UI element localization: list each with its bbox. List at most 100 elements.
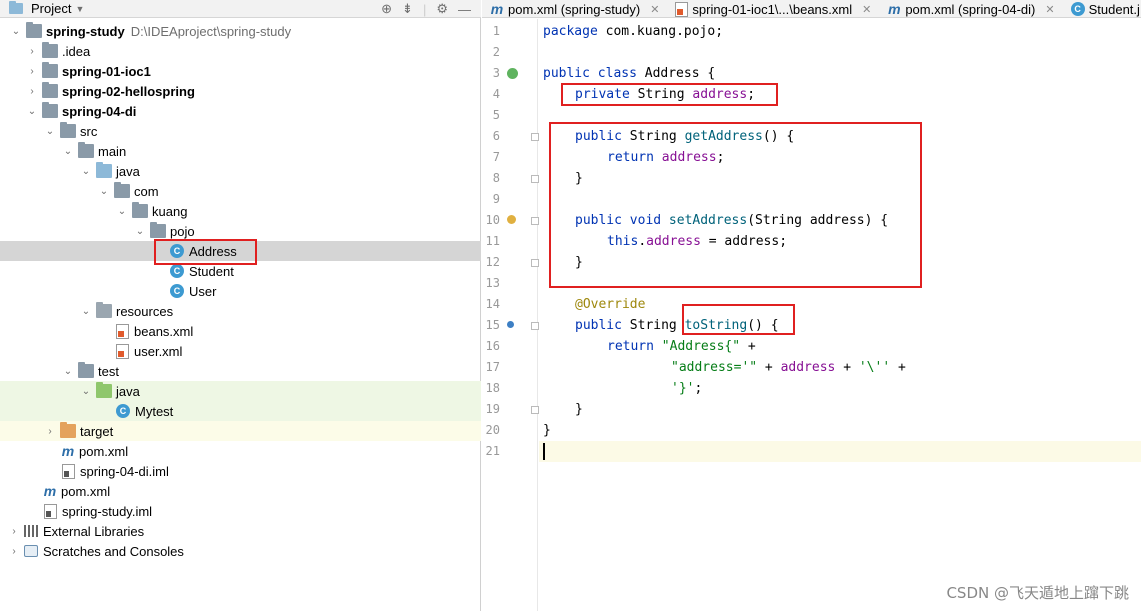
tree-node-pojo[interactable]: ⌄ pojo — [0, 221, 481, 241]
spring-bean-icon[interactable] — [507, 68, 518, 79]
line-number: 12 — [485, 255, 500, 269]
tree-node-main[interactable]: ⌄ main — [0, 141, 481, 161]
fold-icon[interactable] — [531, 406, 539, 414]
gear-icon[interactable]: ⚙ — [436, 1, 448, 17]
package-icon — [132, 202, 148, 218]
override-icon[interactable] — [507, 321, 514, 328]
module-folder-icon — [42, 62, 58, 78]
expand-arrow-icon[interactable]: ⌄ — [134, 225, 146, 237]
tree-label: spring-01-ioc1 — [62, 63, 151, 79]
maven-icon: m — [888, 1, 901, 17]
tree-node-resources[interactable]: ⌄ resources — [0, 301, 481, 321]
collapsed-arrow-icon[interactable]: › — [44, 425, 56, 437]
module-folder-icon — [26, 22, 42, 38]
tree-node-user[interactable]: C User — [0, 281, 481, 301]
line-number: 3 — [492, 66, 500, 80]
tree-node-external-libraries[interactable]: › External Libraries — [0, 521, 481, 541]
expand-arrow-icon[interactable]: ⌄ — [62, 365, 74, 377]
locate-icon[interactable]: ⊕ — [381, 1, 392, 17]
folder-icon — [78, 362, 94, 378]
tree-node-user-xml[interactable]: user.xml — [0, 341, 481, 361]
tree-node-pom-xml-module[interactable]: m pom.xml — [0, 441, 481, 461]
collapsed-arrow-icon[interactable]: › — [8, 525, 20, 537]
spring-xml-icon — [116, 323, 129, 339]
line-number: 15 — [485, 318, 500, 332]
tree-node-kuang[interactable]: ⌄ kuang — [0, 201, 481, 221]
tree-node-idea[interactable]: › .idea — [0, 41, 481, 61]
fold-icon[interactable] — [531, 217, 539, 225]
tree-node-scratches[interactable]: › Scratches and Consoles — [0, 541, 481, 561]
fold-icon[interactable] — [531, 133, 539, 141]
tab-label: spring-01-ioc1\...\beans.xml — [692, 1, 853, 17]
setter-bean-icon[interactable] — [507, 215, 516, 224]
tree-label: Student — [189, 263, 234, 279]
hide-icon[interactable]: — — [458, 2, 471, 17]
resources-folder-icon — [96, 302, 112, 318]
collapsed-arrow-icon[interactable]: › — [26, 85, 38, 97]
close-icon[interactable]: ✕ — [1045, 3, 1054, 16]
collapsed-arrow-icon[interactable]: › — [8, 545, 20, 557]
library-icon — [24, 525, 38, 537]
tree-node-mytest[interactable]: C Mytest — [0, 401, 481, 421]
tree-node-spring-study[interactable]: ⌄ spring-study D:\IDEAproject\spring-stu… — [0, 21, 481, 41]
line-number: 8 — [492, 171, 500, 185]
folder-icon — [60, 122, 76, 138]
highlight-box-accessors — [549, 122, 922, 288]
source-folder-icon — [96, 162, 112, 178]
tree-node-spring-04-di-iml[interactable]: spring-04-di.iml — [0, 461, 481, 481]
highlight-box-field — [561, 83, 778, 106]
line-number: 6 — [492, 129, 500, 143]
tab-student[interactable]: C Student.j — [1063, 0, 1141, 17]
code-editor[interactable]: package com.kuang.pojo; public class Add… — [539, 19, 1141, 611]
close-icon[interactable]: ✕ — [650, 3, 659, 16]
tree-node-java[interactable]: ⌄ java — [0, 161, 481, 181]
expand-arrow-icon[interactable]: ⌄ — [26, 105, 38, 117]
project-panel: Project ▼ ⊕ ⇟ | ⚙ — ⌄ spring-study D:\ID… — [0, 0, 481, 611]
code-line-19: } — [575, 402, 583, 417]
project-view-selector[interactable]: Project ▼ — [0, 1, 84, 16]
project-toolbar: ⊕ ⇟ | ⚙ — — [381, 0, 481, 18]
tree-node-spring-01-ioc1[interactable]: › spring-01-ioc1 — [0, 61, 481, 81]
module-folder-icon — [42, 82, 58, 98]
line-number: 21 — [485, 444, 500, 458]
tree-node-spring-02-hellospring[interactable]: › spring-02-hellospring — [0, 81, 481, 101]
expand-arrow-icon[interactable]: ⌄ — [10, 25, 22, 37]
fold-icon[interactable] — [531, 175, 539, 183]
ide-window: Project ▼ ⊕ ⇟ | ⚙ — ⌄ spring-study D:\ID… — [0, 0, 1141, 611]
folder-icon — [78, 142, 94, 158]
tab-pom-spring-04-di[interactable]: m pom.xml (spring-04-di) ✕ — [879, 0, 1062, 17]
expand-arrow-icon[interactable]: ⌄ — [80, 385, 92, 397]
close-icon[interactable]: ✕ — [862, 3, 871, 16]
collapsed-arrow-icon[interactable]: › — [26, 45, 38, 57]
tree-node-spring-04-di[interactable]: ⌄ spring-04-di — [0, 101, 481, 121]
line-number: 14 — [485, 297, 500, 311]
tree-node-src[interactable]: ⌄ src — [0, 121, 481, 141]
line-number: 18 — [485, 381, 500, 395]
tab-beans-xml[interactable]: spring-01-ioc1\...\beans.xml ✕ — [667, 0, 879, 17]
tree-label: src — [80, 123, 98, 139]
fold-icon[interactable] — [531, 322, 539, 330]
tree-label: java — [116, 383, 140, 399]
expand-arrow-icon[interactable]: ⌄ — [80, 165, 92, 177]
tree-node-pom-xml-root[interactable]: m pom.xml — [0, 481, 481, 501]
line-number: 9 — [492, 192, 500, 206]
expand-arrow-icon[interactable]: ⌄ — [80, 305, 92, 317]
tree-node-beans-xml[interactable]: beans.xml — [0, 321, 481, 341]
collapse-all-icon[interactable]: ⇟ — [402, 1, 413, 17]
expand-arrow-icon[interactable]: ⌄ — [62, 145, 74, 157]
tab-pom-spring-study[interactable]: m pom.xml (spring-study) ✕ — [482, 0, 667, 17]
tree-label: pojo — [170, 223, 195, 239]
tree-node-test-java[interactable]: ⌄ java — [0, 381, 481, 401]
tree-label: kuang — [152, 203, 188, 219]
fold-icon[interactable] — [531, 259, 539, 267]
project-panel-header: Project ▼ ⊕ ⇟ | ⚙ — — [0, 0, 481, 18]
tree-node-target[interactable]: › target — [0, 421, 481, 441]
expand-arrow-icon[interactable]: ⌄ — [116, 205, 128, 217]
tree-node-test[interactable]: ⌄ test — [0, 361, 481, 381]
collapsed-arrow-icon[interactable]: › — [26, 65, 38, 77]
tree-node-com[interactable]: ⌄ com — [0, 181, 481, 201]
tree-label: spring-02-hellospring — [62, 83, 195, 99]
expand-arrow-icon[interactable]: ⌄ — [44, 125, 56, 137]
tree-node-spring-study-iml[interactable]: spring-study.iml — [0, 501, 481, 521]
expand-arrow-icon[interactable]: ⌄ — [98, 185, 110, 197]
